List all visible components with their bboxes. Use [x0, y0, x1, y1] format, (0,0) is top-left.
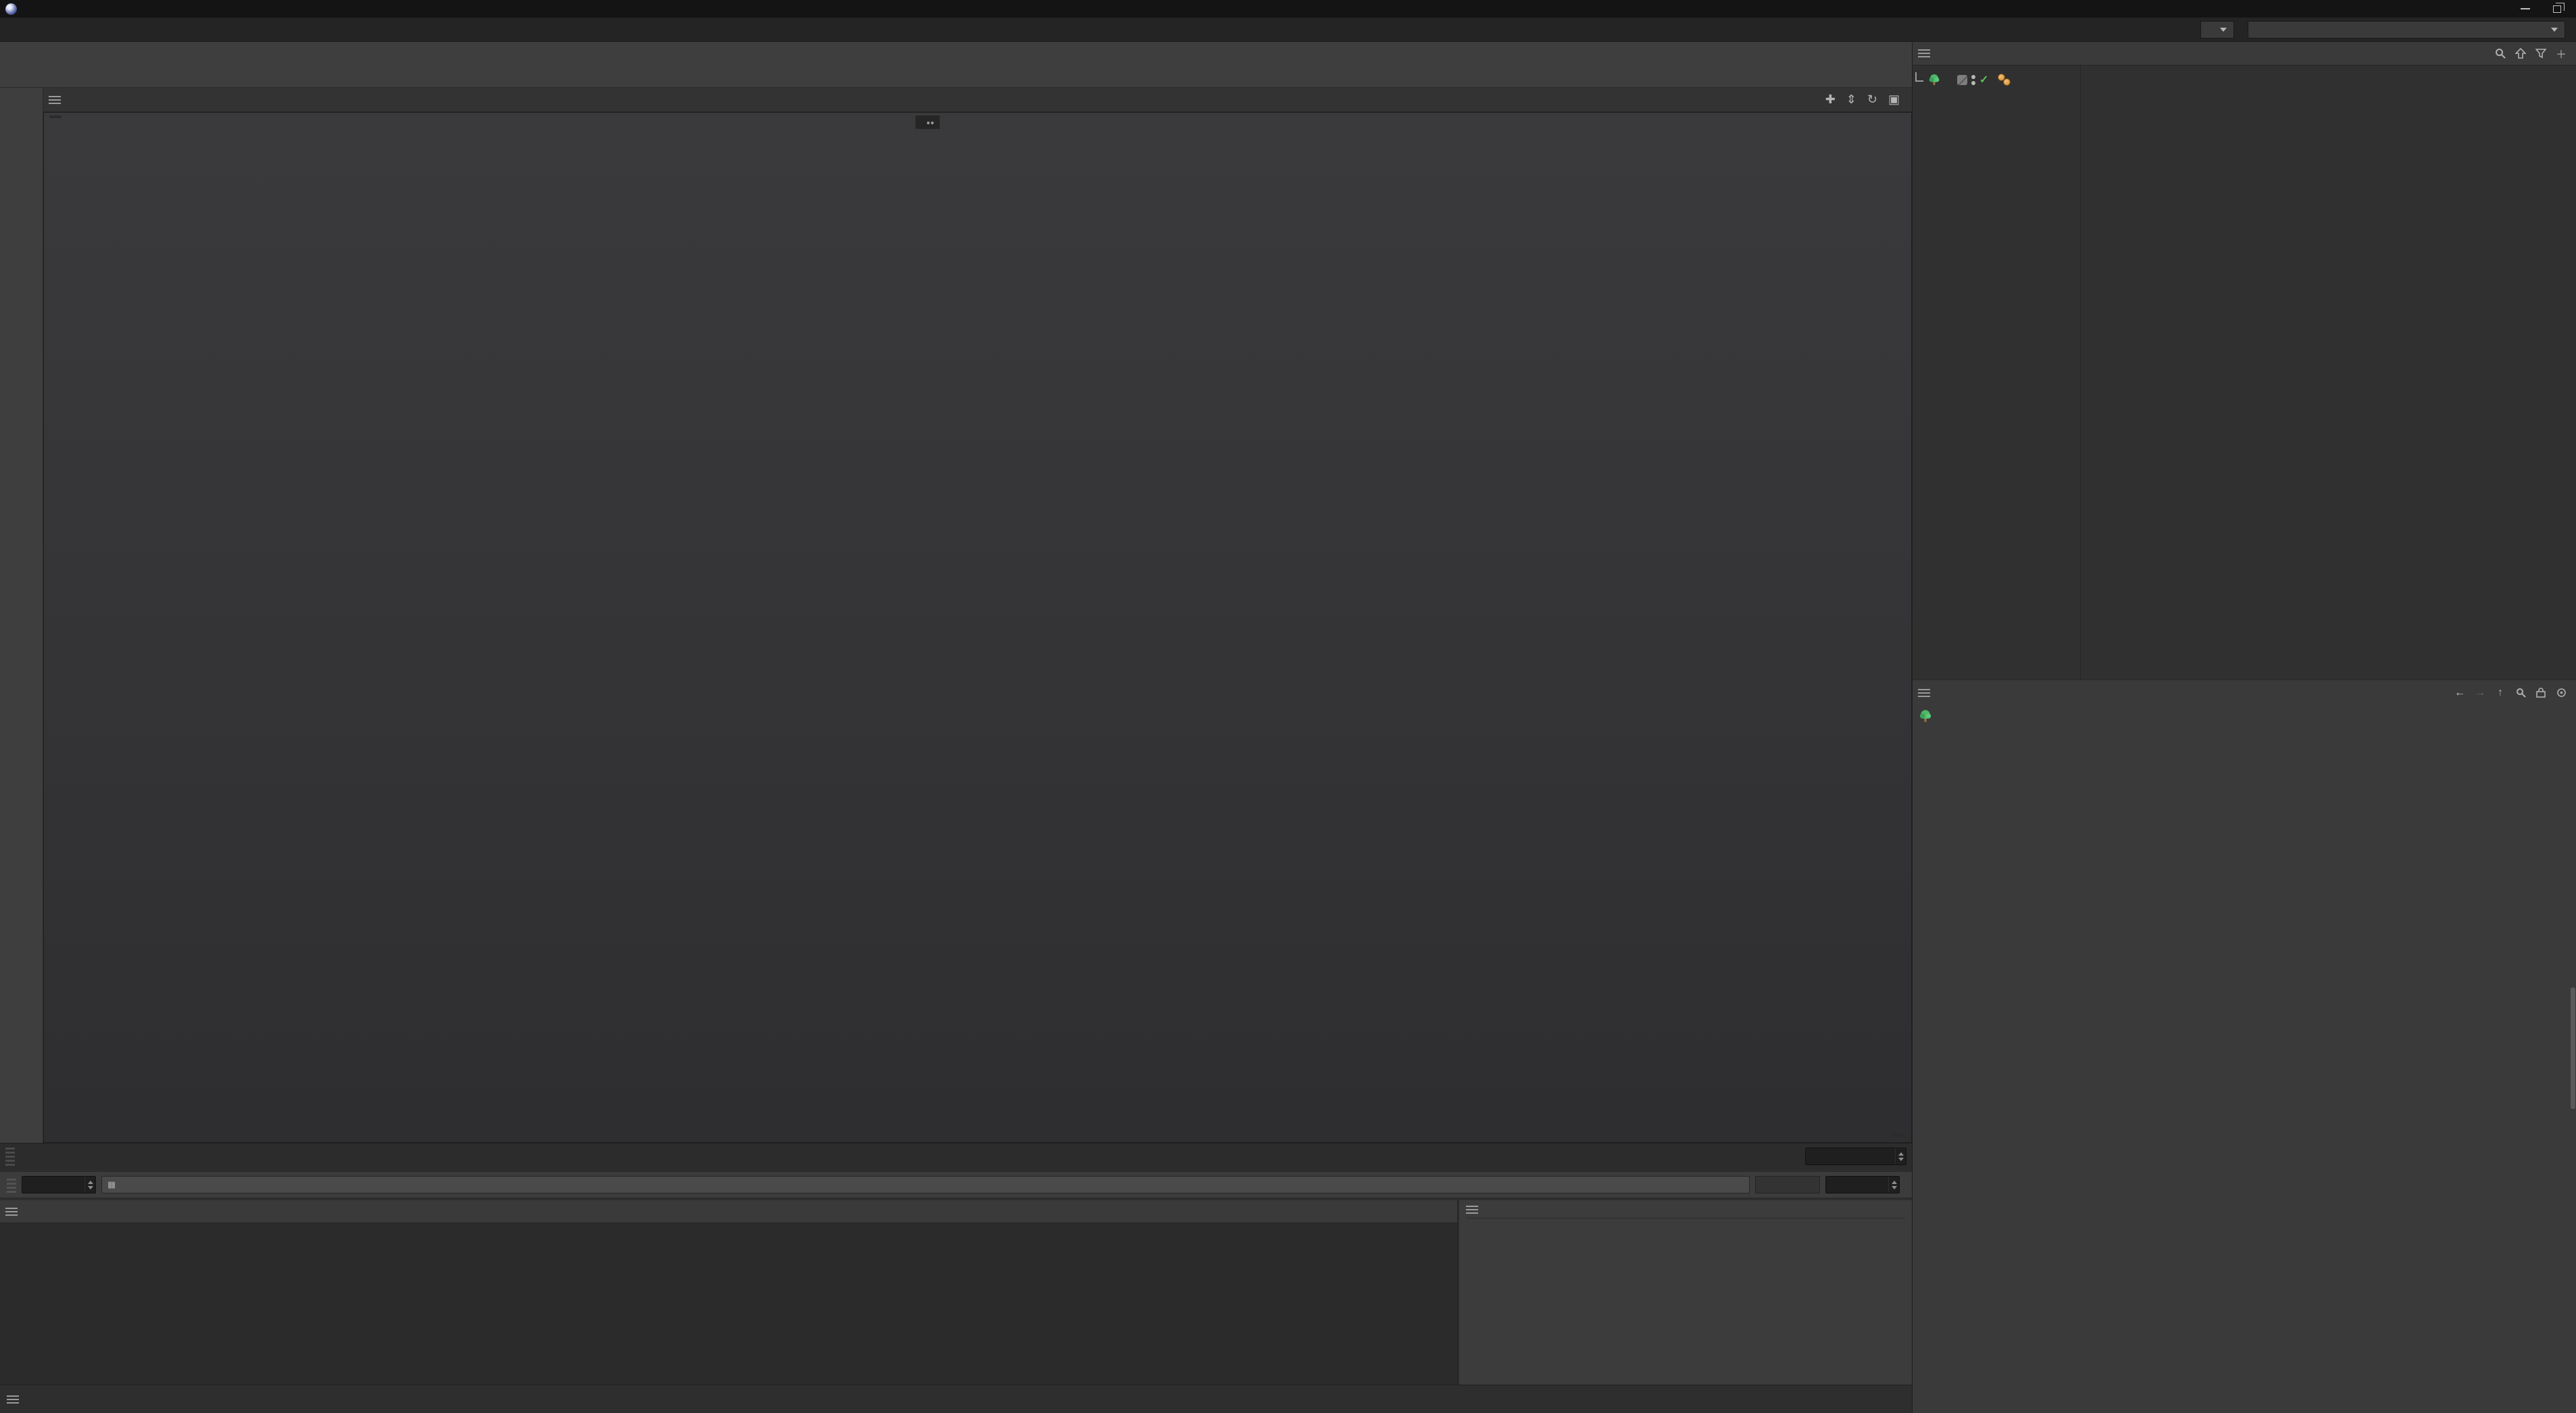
add-icon[interactable]: ＋ [2554, 47, 2568, 60]
view-label[interactable] [49, 115, 61, 118]
attribute-manager-icons: ← → ↑ [2453, 686, 2571, 700]
cinema4d-logo-icon [5, 3, 17, 15]
panel-menu-icon[interactable] [5, 1208, 18, 1216]
axis-orientation-icon [56, 1042, 151, 1123]
spinner-arrows-icon[interactable] [1895, 1148, 1906, 1164]
panel-menu-icon[interactable] [1918, 49, 1930, 57]
object-manager-icons: ＋ [2494, 47, 2571, 60]
range-end-label [1755, 1176, 1820, 1193]
timeline-ruler[interactable] [47, 1144, 1797, 1170]
object-tags-icon[interactable] [1998, 74, 2011, 86]
viewport-nav-icons: ✚ ⇕ ↻ ▣ [1825, 93, 1906, 107]
back-icon[interactable]: ← [2453, 686, 2467, 700]
window-controls [2521, 5, 2571, 13]
layer-toggle[interactable] [1957, 75, 1967, 85]
camera-dots-icon [926, 117, 934, 128]
right-panel: ＋ ✓ ← → ↑ [1912, 42, 2576, 1413]
up-icon[interactable]: ↑ [2494, 686, 2507, 700]
filter-icon[interactable] [2534, 47, 2548, 60]
forester-tree-render [44, 113, 1912, 1142]
row-grip[interactable] [7, 1177, 16, 1193]
left-mode-toolbar [0, 88, 43, 1143]
panel-menu-icon[interactable] [1918, 689, 1930, 697]
chevron-down-icon [2551, 28, 2558, 32]
statusbar [0, 1385, 1912, 1413]
viewport-panel: ✚ ⇕ ↻ ▣ [43, 88, 1912, 1143]
home-icon[interactable] [2514, 47, 2527, 60]
current-frame-spinner[interactable] [1805, 1148, 1906, 1165]
timeline [0, 1143, 1912, 1170]
viewport-canvas[interactable] [43, 112, 1912, 1143]
divider [2080, 66, 2081, 679]
target-icon[interactable] [2554, 686, 2568, 700]
grid-interval-label [1892, 1134, 1904, 1137]
visibility-dots[interactable] [1971, 75, 1975, 85]
hierarchy-elbow-icon [1915, 72, 1923, 82]
panel-menu-icon[interactable] [7, 1395, 19, 1404]
range-handle-icon[interactable]: ▮▮ [107, 1179, 114, 1190]
nodespace-area [2194, 21, 2569, 38]
spinner-arrows-icon[interactable] [84, 1177, 95, 1193]
search-icon[interactable] [2514, 686, 2527, 700]
main-toolbar [0, 42, 1912, 88]
maximize-icon[interactable]: ▣ [1888, 93, 1900, 107]
materials-menubar [0, 1200, 1457, 1223]
preview-range-slider[interactable]: ▮▮ [101, 1176, 1750, 1193]
minimize-icon[interactable] [2521, 8, 2530, 9]
coordinates-headers [1466, 1206, 1905, 1214]
viewport-menubar: ✚ ⇕ ↻ ▣ [43, 88, 1912, 112]
forward-icon[interactable]: → [2473, 686, 2487, 700]
node-space-dropdown[interactable] [2200, 21, 2234, 38]
attribute-object-row [1913, 705, 2576, 727]
layout-dropdown[interactable] [2248, 21, 2565, 38]
tree-object-icon [1927, 73, 1941, 86]
main-menubar [0, 18, 2576, 42]
attribute-manager-menubar: ← → ↑ [1913, 679, 2576, 705]
camera-label[interactable] [915, 115, 940, 129]
search-icon[interactable] [2494, 47, 2507, 60]
enabled-check-icon[interactable]: ✓ [1979, 73, 1988, 86]
spinner-arrows-icon[interactable] [1888, 1177, 1899, 1193]
scrollbar[interactable] [2571, 987, 2575, 1109]
range-end-spinner[interactable] [1825, 1176, 1900, 1193]
materials-manager [0, 1200, 1458, 1385]
panel-menu-icon[interactable] [49, 96, 61, 104]
lock-icon[interactable] [2534, 686, 2548, 700]
zoom-icon[interactable]: ⇕ [1846, 93, 1857, 107]
coordinates-panel [1459, 1200, 1912, 1385]
chevron-down-icon [2220, 28, 2227, 32]
parameters-area [1913, 829, 2576, 1413]
restore-icon[interactable] [2553, 5, 2561, 13]
animation-transport-row: ▮▮ [0, 1171, 1912, 1198]
panel-menu-icon[interactable] [1466, 1206, 1478, 1214]
cinema4d-window: ✚ ⇕ ↻ ▣ [0, 0, 2576, 1413]
titlebar [0, 0, 2576, 18]
timeline-grip[interactable] [5, 1148, 15, 1166]
tree-object-icon [1918, 709, 1933, 723]
object-manager-menubar: ＋ [1913, 42, 2576, 65]
orbit-icon[interactable]: ↻ [1867, 93, 1877, 107]
object-tree-area[interactable]: ✓ [1913, 65, 2576, 679]
pan-icon[interactable]: ✚ [1825, 93, 1836, 107]
range-start-spinner[interactable] [22, 1176, 96, 1193]
object-row[interactable]: ✓ [1915, 70, 2576, 90]
